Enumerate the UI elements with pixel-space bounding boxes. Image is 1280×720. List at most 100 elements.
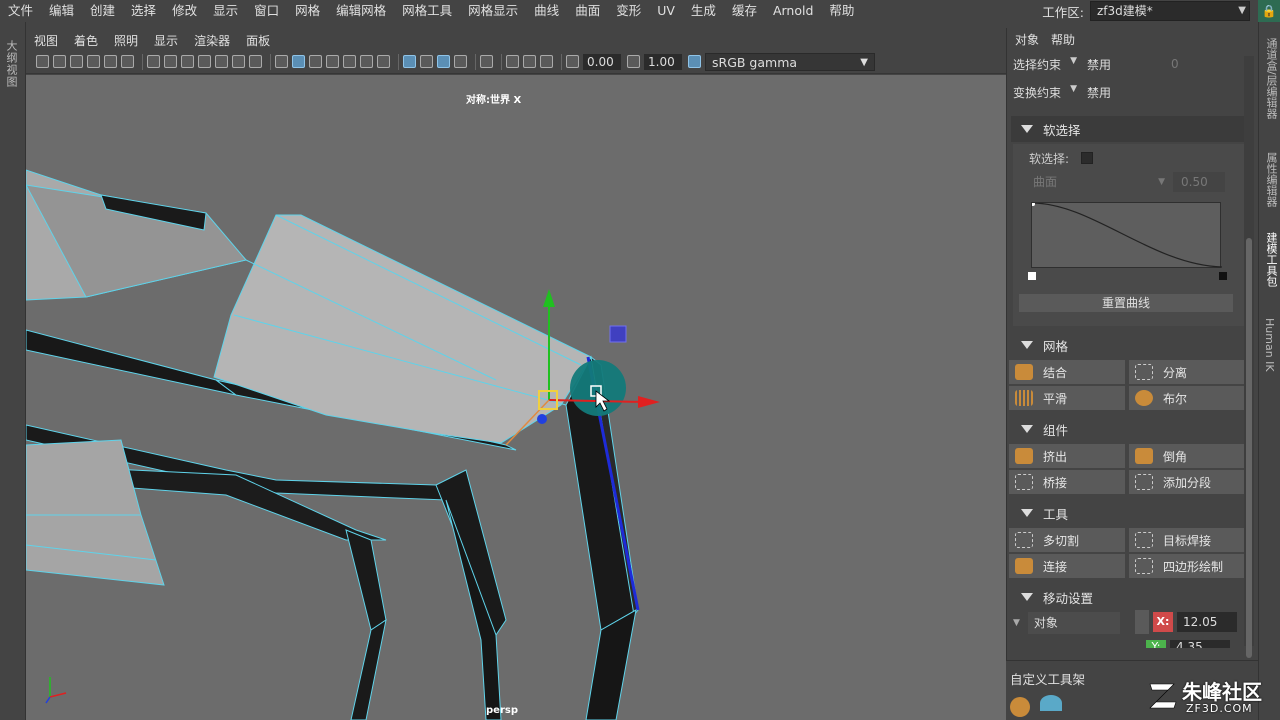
- transform-constraint-dropdown[interactable]: 变换约束 ▼: [1013, 84, 1083, 101]
- move-settings-header[interactable]: 移动设置: [1011, 584, 1254, 610]
- viewport-menu-show[interactable]: 显示: [146, 32, 186, 49]
- menu-display[interactable]: 显示: [205, 0, 246, 22]
- menu-deform[interactable]: 变形: [608, 0, 649, 22]
- 2d-pan-icon[interactable]: [104, 55, 117, 68]
- safe-action-icon[interactable]: [232, 55, 245, 68]
- channel-box-tab[interactable]: 通道盒/层编辑器: [1263, 38, 1279, 119]
- scrollbar-thumb[interactable]: [1246, 238, 1252, 658]
- gate-mask-icon[interactable]: [198, 55, 211, 68]
- image-plane-icon[interactable]: [87, 55, 100, 68]
- menu-uv[interactable]: UV: [649, 0, 683, 22]
- quad-draw-button[interactable]: 四边形绘制: [1129, 554, 1245, 578]
- anti-alias-icon[interactable]: [437, 55, 450, 68]
- components-section-header[interactable]: 组件: [1011, 416, 1254, 442]
- curve-key-white[interactable]: [1028, 272, 1036, 280]
- menu-windows[interactable]: 窗口: [246, 0, 287, 22]
- menu-create[interactable]: 创建: [82, 0, 123, 22]
- menu-mesh[interactable]: 网格: [287, 0, 328, 22]
- color-management-icon[interactable]: [688, 55, 701, 68]
- soft-select-checkbox[interactable]: [1081, 152, 1093, 164]
- menu-cache[interactable]: 缓存: [724, 0, 765, 22]
- xray-joints-icon[interactable]: [506, 55, 519, 68]
- menu-edit[interactable]: 编辑: [41, 0, 82, 22]
- camera-attributes-icon[interactable]: [53, 55, 66, 68]
- outliner-tab[interactable]: 大纲视图: [3, 40, 19, 88]
- shelf-tool-icon[interactable]: [1040, 695, 1062, 711]
- backface-culling-icon[interactable]: [540, 55, 553, 68]
- target-weld-button[interactable]: 目标焊接: [1129, 528, 1245, 552]
- x-value-field[interactable]: 12.05: [1177, 612, 1237, 632]
- menu-select[interactable]: 选择: [123, 0, 164, 22]
- y-value-field[interactable]: 4.35: [1170, 640, 1230, 648]
- gamma-icon[interactable]: [627, 55, 640, 68]
- smooth-shade-icon[interactable]: [292, 55, 305, 68]
- workspace-dropdown[interactable]: zf3d建模* ▼: [1090, 1, 1250, 21]
- wireframe-on-shaded-icon[interactable]: [309, 55, 322, 68]
- modeling-toolkit-tab[interactable]: 建模工具包: [1263, 232, 1279, 287]
- grid-icon[interactable]: [147, 55, 160, 68]
- connect-button[interactable]: 连接: [1009, 554, 1125, 578]
- viewport-scene[interactable]: [26, 75, 1006, 720]
- resolution-gate-icon[interactable]: [181, 55, 194, 68]
- wireframe-icon[interactable]: [275, 55, 288, 68]
- menu-curves[interactable]: 曲线: [526, 0, 567, 22]
- bookmark-icon[interactable]: [70, 55, 83, 68]
- viewport-3d[interactable]: 对称:世界 X persp: [26, 75, 1006, 720]
- mesh-section-header[interactable]: 网格: [1011, 332, 1254, 358]
- screen-space-ao-icon[interactable]: [403, 55, 416, 68]
- safe-title-icon[interactable]: [249, 55, 262, 68]
- tools-section-header[interactable]: 工具: [1011, 500, 1254, 526]
- gamma-field[interactable]: 1.00: [644, 53, 682, 70]
- field-chart-icon[interactable]: [215, 55, 228, 68]
- viewport-menu-panels[interactable]: 面板: [238, 32, 278, 49]
- menu-file[interactable]: 文件: [0, 0, 41, 22]
- lock-icon[interactable]: 🔒: [1258, 0, 1280, 22]
- falloff-curve-graph[interactable]: [1031, 202, 1223, 268]
- panel-menu-help[interactable]: 帮助: [1045, 31, 1081, 48]
- move-mode-dropdown[interactable]: 对象: [1027, 612, 1120, 634]
- extrude-button[interactable]: 挤出: [1009, 444, 1125, 468]
- menu-help[interactable]: 帮助: [821, 0, 862, 22]
- motion-blur-icon[interactable]: [420, 55, 433, 68]
- soft-select-header[interactable]: 软选择: [1011, 116, 1254, 142]
- menu-mesh-tools[interactable]: 网格工具: [394, 0, 460, 22]
- panel-scrollbar[interactable]: [1244, 56, 1254, 658]
- viewport-menu-lighting[interactable]: 照明: [106, 32, 146, 49]
- textured-icon[interactable]: [326, 55, 339, 68]
- falloff-mode-dropdown[interactable]: 曲面 ▼: [1029, 172, 1169, 192]
- viewport-menu-view[interactable]: 视图: [26, 32, 66, 49]
- menu-surfaces[interactable]: 曲面: [567, 0, 608, 22]
- exposure-field[interactable]: 0.00: [583, 53, 621, 70]
- menu-generate[interactable]: 生成: [683, 0, 724, 22]
- grease-pencil-icon[interactable]: [121, 55, 134, 68]
- falloff-radius-field[interactable]: 0.50: [1173, 172, 1225, 192]
- attribute-editor-tab[interactable]: 属性编辑器: [1263, 152, 1279, 207]
- film-gate-icon[interactable]: [164, 55, 177, 68]
- viewport-menu-shading[interactable]: 着色: [66, 32, 106, 49]
- menu-edit-mesh[interactable]: 编辑网格: [328, 0, 394, 22]
- xray-icon[interactable]: [343, 55, 356, 68]
- reset-curve-button[interactable]: 重置曲线: [1019, 294, 1233, 312]
- select-constraint-dropdown[interactable]: 选择约束 ▼: [1013, 56, 1083, 73]
- camera-select-icon[interactable]: [36, 55, 49, 68]
- multi-cut-button[interactable]: 多切割: [1009, 528, 1125, 552]
- smooth-button[interactable]: 平滑: [1009, 386, 1125, 410]
- curve-key-black[interactable]: [1219, 272, 1227, 280]
- boolean-button[interactable]: 布尔: [1129, 386, 1245, 410]
- color-space-dropdown[interactable]: sRGB gamma ▼: [705, 52, 875, 71]
- isolate-select-icon[interactable]: [480, 55, 493, 68]
- menu-arnold[interactable]: Arnold: [765, 0, 821, 22]
- menu-modify[interactable]: 修改: [164, 0, 205, 22]
- exposure-icon[interactable]: [566, 55, 579, 68]
- bridge-button[interactable]: 桥接: [1009, 470, 1125, 494]
- shelf-sphere-icon[interactable]: [1010, 697, 1030, 717]
- viewport-menu-renderer[interactable]: 渲染器: [186, 32, 238, 49]
- bevel-button[interactable]: 倒角: [1129, 444, 1245, 468]
- menu-mesh-display[interactable]: 网格显示: [460, 0, 526, 22]
- lights-icon[interactable]: [360, 55, 373, 68]
- human-ik-tab[interactable]: Human IK: [1263, 318, 1276, 372]
- separate-button[interactable]: 分离: [1129, 360, 1245, 384]
- xray-active-icon[interactable]: [523, 55, 536, 68]
- shadows-icon[interactable]: [377, 55, 390, 68]
- panel-menu-object[interactable]: 对象: [1009, 31, 1045, 48]
